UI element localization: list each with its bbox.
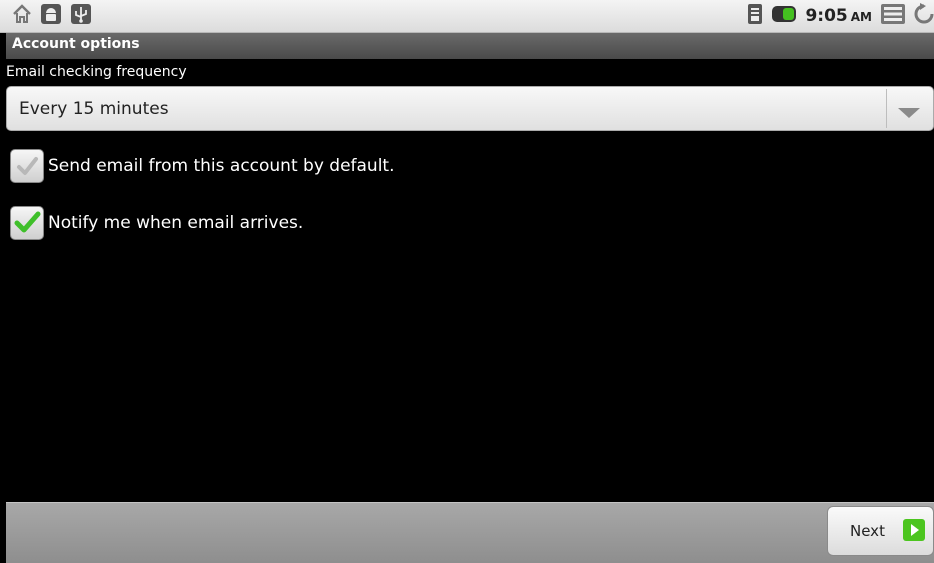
dropdown-divider [886, 89, 887, 128]
option-default-account[interactable]: Send email from this account by default. [10, 148, 395, 184]
usb-icon [70, 3, 92, 29]
status-bar: 9:05 AM [0, 0, 934, 33]
frequency-dropdown[interactable]: Every 15 minutes [6, 86, 934, 131]
title-bar: Account options [6, 33, 934, 59]
battery-icon [771, 5, 797, 27]
menu-icon[interactable] [880, 3, 906, 29]
status-bar-right: 9:05 AM [747, 3, 934, 29]
clock-ampm: AM [850, 10, 872, 24]
page-title: Account options [12, 36, 140, 52]
status-clock: 9:05 AM [805, 6, 872, 26]
next-button-label: Next [850, 522, 885, 540]
default-account-label: Send email from this account by default. [48, 156, 395, 176]
frequency-selected-value: Every 15 minutes [19, 99, 169, 119]
next-arrow-icon [903, 519, 925, 545]
notify-checkbox[interactable] [10, 206, 44, 240]
bottom-bar [6, 502, 934, 563]
next-button[interactable]: Next [827, 506, 934, 556]
chevron-down-icon[interactable] [897, 104, 921, 123]
back-icon[interactable] [914, 3, 934, 29]
option-notify[interactable]: Notify me when email arrives. [10, 205, 303, 241]
frequency-label: Email checking frequency [6, 64, 187, 80]
default-account-checkbox[interactable] [10, 149, 44, 183]
notify-label: Notify me when email arrives. [48, 213, 304, 233]
clock-time: 9:05 [805, 6, 848, 26]
android-debug-icon [40, 3, 62, 29]
status-bar-left [12, 4, 92, 28]
home-icon [12, 4, 32, 28]
sim-card-icon [747, 3, 763, 29]
